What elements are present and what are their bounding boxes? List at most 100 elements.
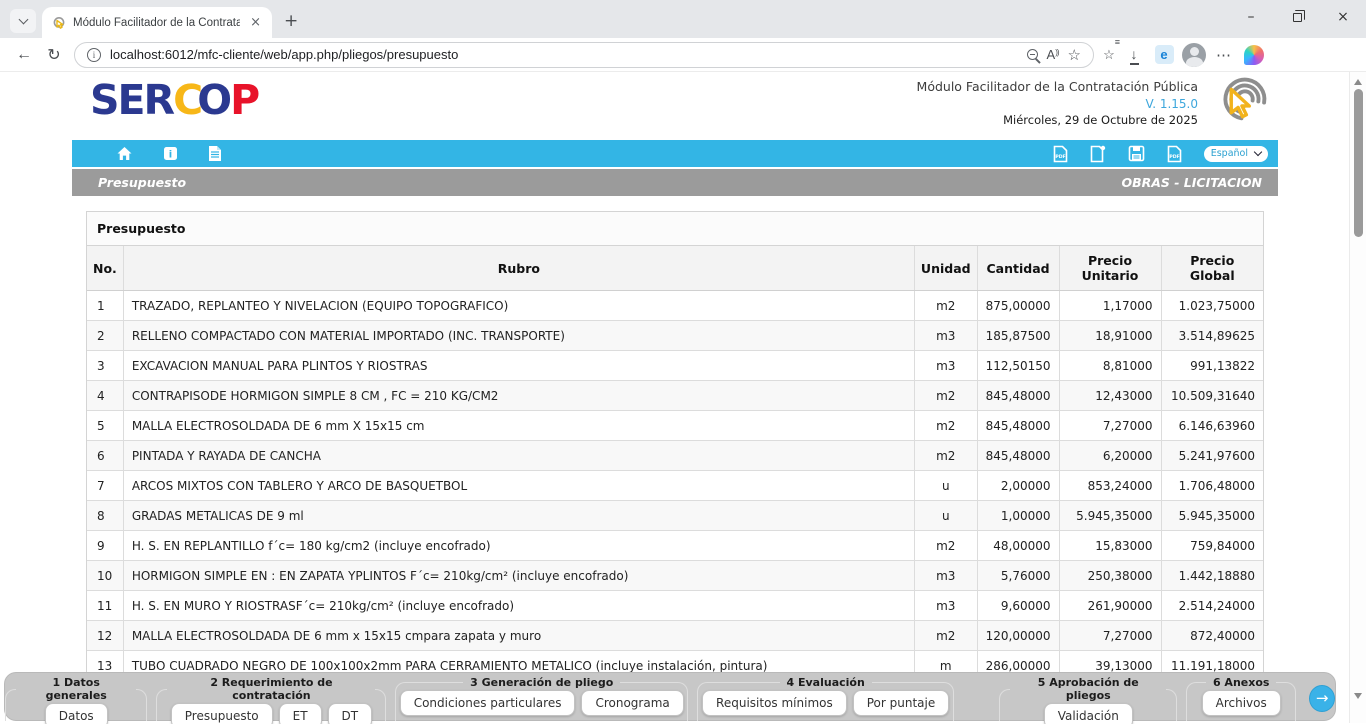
new-tab-button[interactable]: + [284, 11, 298, 31]
cell-no: 4 [87, 381, 123, 411]
cell-cantidad: 2,00000 [977, 471, 1059, 501]
scrollbar-thumb[interactable] [1354, 89, 1363, 237]
window-controls: – × [1228, 0, 1366, 34]
minimize-button[interactable]: – [1228, 0, 1274, 34]
table-header-row: No. Rubro Unidad Cantidad Precio Unitari… [87, 246, 1263, 291]
address-bar[interactable]: i localhost:6012/mfc-cliente/web/app.php… [74, 42, 1094, 68]
wizard-section: 6 AnexosArchivos [1186, 676, 1296, 721]
cell-no: 6 [87, 441, 123, 471]
wizard-section: 3 Generación de pliegoCondiciones partic… [395, 676, 687, 721]
language-select[interactable]: Español [1204, 146, 1268, 162]
copilot-button[interactable] [1240, 41, 1268, 69]
pdf-export-icon[interactable]: PDF [1053, 145, 1068, 163]
zoom-out-icon[interactable] [1027, 49, 1038, 60]
cell-precio_unitario: 853,24000 [1059, 471, 1161, 501]
wizard-section-legend: 6 Anexos [1206, 676, 1277, 689]
favorite-star-icon[interactable]: ☆ [1068, 46, 1081, 64]
cell-precio_unitario: 7,27000 [1059, 411, 1161, 441]
cell-unidad: m2 [914, 411, 977, 441]
wizard-section-legend: 1 Datos generales [16, 676, 136, 702]
cell-cantidad: 845,48000 [977, 381, 1059, 411]
blue-toolbar: i PDF PDF Españ [72, 140, 1278, 167]
new-document-icon[interactable] [1090, 145, 1106, 163]
cell-precio_unitario: 12,43000 [1059, 381, 1161, 411]
wizard-button-archivos[interactable]: Archivos [1202, 690, 1281, 716]
tab-search-button[interactable] [10, 9, 36, 33]
spiral-arrow-logo-icon [1202, 74, 1280, 134]
table-title: Presupuesto [87, 212, 1263, 246]
wizard-section: 2 Requerimiento de contrataciónPresupues… [156, 676, 386, 721]
refresh-button[interactable]: ↻ [40, 41, 68, 69]
downloads-button[interactable]: ↓ [1120, 41, 1148, 69]
document-icon[interactable] [208, 145, 222, 162]
home-icon[interactable] [116, 146, 133, 161]
wizard-button-cronograma[interactable]: Cronograma [581, 690, 683, 716]
cell-cantidad: 185,87500 [977, 321, 1059, 351]
cell-unidad: m2 [914, 441, 977, 471]
read-aloud-waves: )) [1055, 48, 1058, 57]
wizard-button-datos[interactable]: Datos [45, 703, 108, 724]
wizard-button-por-puntaje[interactable]: Por puntaje [853, 690, 950, 716]
next-step-button[interactable]: → [1309, 685, 1335, 712]
budget-table: No. Rubro Unidad Cantidad Precio Unitari… [87, 246, 1263, 681]
sercop-logo: SERCOP [90, 80, 258, 121]
table-row: 5MALLA ELECTROSOLDADA DE 6 mm X 15x15 cm… [87, 411, 1263, 441]
browser-tab[interactable]: Módulo Facilitador de la Contrata × [42, 7, 272, 38]
scrollbar-down-icon[interactable] [1354, 693, 1362, 699]
wizard-button-row: Datos [16, 703, 136, 724]
settings-menu-button[interactable]: ⋯ [1210, 41, 1238, 69]
app-version: V. 1.15.0 [917, 96, 1198, 113]
wizard-button-row: Validación [1010, 703, 1166, 724]
favorites-bar-icon[interactable]: ☆≡ [1100, 41, 1118, 69]
wizard-button-condiciones-particulares[interactable]: Condiciones particulares [400, 690, 576, 716]
url-text[interactable]: localhost:6012/mfc-cliente/web/app.php/p… [110, 47, 1018, 62]
cell-precio_unitario: 18,91000 [1059, 321, 1161, 351]
cell-precio_global: 1.023,75000 [1161, 291, 1263, 321]
wizard-button-dt[interactable]: DT [328, 703, 373, 724]
cell-precio_global: 5.241,97600 [1161, 441, 1263, 471]
cell-precio_unitario: 7,27000 [1059, 621, 1161, 651]
wizard-button-et[interactable]: ET [279, 703, 322, 724]
cell-precio_global: 1.706,48000 [1161, 471, 1263, 501]
avatar [1182, 43, 1206, 67]
header-info: Módulo Facilitador de la Contratación Pú… [917, 78, 1198, 128]
cell-unidad: u [914, 471, 977, 501]
restore-button[interactable] [1274, 0, 1320, 34]
table-row: 12MALLA ELECTROSOLDADA DE 6 mm x 15x15 c… [87, 621, 1263, 651]
cell-rubro: TRAZADO, REPLANTEO Y NIVELACION (EQUIPO … [123, 291, 914, 321]
table-row: 11H. S. EN MURO Y RIOSTRASF´c= 210kg/cm²… [87, 591, 1263, 621]
cell-precio_unitario: 15,83000 [1059, 531, 1161, 561]
cell-cantidad: 48,00000 [977, 531, 1059, 561]
site-info-icon[interactable]: i [87, 48, 101, 62]
table-row: 9H. S. EN REPLANTILLO f´c= 180 kg/cm2 (i… [87, 531, 1263, 561]
back-button[interactable]: ← [10, 41, 38, 69]
cell-precio_global: 3.514,89625 [1161, 321, 1263, 351]
col-precio-global: Precio Global [1161, 246, 1263, 291]
wizard-button-row: Requisitos mínimosPor puntaje [708, 690, 943, 716]
read-aloud-icon[interactable]: A)) [1047, 47, 1059, 62]
info-icon[interactable]: i [163, 146, 178, 161]
collections-lines: ≡ [1115, 37, 1120, 47]
tab-close-icon[interactable]: × [247, 15, 264, 30]
wizard-footer: 1 Datos generalesDatos 2 Requerimiento de… [4, 672, 1336, 721]
cell-rubro: CONTRAPISODE HORMIGON SIMPLE 8 CM , FC =… [123, 381, 914, 411]
cell-precio_global: 6.146,63960 [1161, 411, 1263, 441]
section-title: Presupuesto [98, 175, 186, 190]
save-icon[interactable] [1128, 145, 1145, 162]
profile-button[interactable] [1180, 41, 1208, 69]
cell-rubro: H. S. EN MURO Y RIOSTRASF´c= 210kg/cm² (… [123, 591, 914, 621]
pdf-download-icon[interactable]: PDF [1167, 145, 1182, 163]
wizard-button-validaci-n[interactable]: Validación [1044, 703, 1133, 724]
page-scrollbar[interactable] [1349, 72, 1366, 723]
cell-unidad: m3 [914, 561, 977, 591]
cell-rubro: MALLA ELECTROSOLDADA DE 6 mm X 15x15 cm [123, 411, 914, 441]
table-row: 6PINTADA Y RAYADA DE CANCHAm2845,480006,… [87, 441, 1263, 471]
wizard-button-presupuesto[interactable]: Presupuesto [171, 703, 273, 724]
wizard-section-legend: 5 Aprobación de pliegos [1010, 676, 1166, 702]
ie-mode-button[interactable]: e [1150, 41, 1178, 69]
cell-no: 3 [87, 351, 123, 381]
scrollbar-up-icon[interactable] [1354, 79, 1362, 85]
wizard-button-requisitos-m-nimos[interactable]: Requisitos mínimos [702, 690, 847, 716]
close-button[interactable]: × [1320, 0, 1366, 34]
app-title: Módulo Facilitador de la Contratación Pú… [917, 78, 1198, 96]
